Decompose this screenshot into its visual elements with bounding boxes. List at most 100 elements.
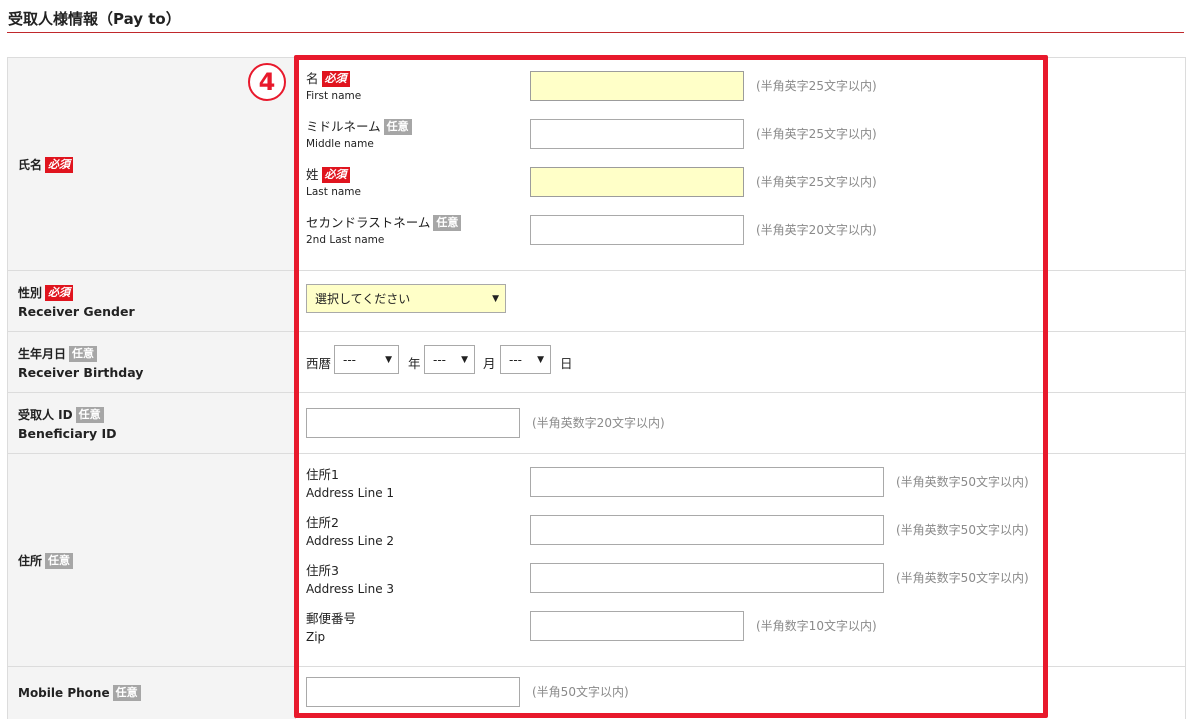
optional-badge: 任意 — [69, 345, 98, 362]
address-line2-label-jp: 住所2 — [306, 515, 339, 530]
optional-badge: 任意 — [112, 685, 141, 701]
beneficiary-label-jp: 受取人 ID — [18, 407, 73, 422]
mobile-row-label: Mobile Phone 任意 — [8, 667, 296, 719]
zip-hint: (半角数字10文字以内) — [756, 619, 877, 633]
second-last-name-input[interactable] — [530, 215, 744, 245]
last-name-hint: (半角英字25文字以内) — [756, 175, 877, 189]
mobile-phone-hint: (半角50文字以内) — [532, 685, 629, 699]
beneficiary-row-fields: (半角英数字20文字以内) — [296, 393, 1185, 453]
dropdown-arrow-icon: ▼ — [492, 293, 499, 304]
birth-day-select[interactable]: --- ▼ — [500, 345, 551, 374]
optional-badge: 任意 — [433, 215, 462, 231]
optional-badge: 任意 — [383, 119, 412, 135]
era-label: 西暦 — [306, 356, 332, 371]
last-name-label-en: Last name — [306, 186, 361, 198]
birth-month-value: --- — [433, 352, 446, 367]
birth-day-value: --- — [509, 352, 522, 367]
middle-name-input[interactable] — [530, 119, 744, 149]
year-label: 年 — [408, 356, 421, 371]
last-name-label-jp: 姓 — [306, 167, 319, 182]
address-line1-input[interactable] — [530, 467, 884, 497]
last-name-input[interactable] — [530, 167, 744, 197]
middle-name-label-en: Middle name — [306, 138, 374, 150]
required-badge: 必須 — [45, 284, 74, 301]
birth-year-value: --- — [343, 352, 356, 367]
address-line2-label-en: Address Line 2 — [306, 534, 395, 548]
step-number-badge: 4 — [248, 63, 286, 101]
address-line2-label: 住所2 Address Line 2 — [306, 512, 394, 548]
middle-name-label: ミドルネーム 任意 Middle name — [306, 116, 412, 150]
first-name-input[interactable] — [530, 71, 744, 101]
second-last-name-label-jp: セカンドラストネーム — [306, 215, 431, 230]
required-badge: 必須 — [321, 167, 350, 183]
address-line3-hint: (半角英数字50文字以内) — [896, 571, 1029, 585]
required-badge: 必須 — [321, 71, 350, 87]
beneficiary-row-label: 受取人 ID 任意 Beneficiary ID — [8, 393, 296, 453]
zip-label-en: Zip — [306, 630, 326, 644]
pay-to-form: 氏名 必須 名必須 First name (半角英字25文字以内) ミドルネーム任… — [7, 57, 1186, 719]
day-label: 日 — [560, 356, 573, 371]
birthday-row-label: 生年月日 任意 Receiver Birthday — [8, 332, 296, 392]
middle-name-hint: (半角英字25文字以内) — [756, 127, 877, 141]
gender-select[interactable]: 選択してください ▼ — [306, 284, 506, 313]
birth-month-select[interactable]: --- ▼ — [424, 345, 475, 374]
second-last-name-hint: (半角英字20文字以内) — [756, 223, 877, 237]
last-name-label: 姓必須 Last name — [306, 164, 361, 198]
beneficiary-id-input[interactable] — [306, 408, 520, 438]
name-row-fields: 名必須 First name (半角英字25文字以内) ミドルネーム 任意 Mid… — [296, 58, 1185, 270]
address-line1-label-jp: 住所1 — [306, 467, 339, 482]
gender-label-en: Receiver Gender — [18, 303, 135, 319]
gender-row: 性別 必須 Receiver Gender 選択してください ▼ — [7, 271, 1186, 332]
dropdown-arrow-icon: ▼ — [385, 354, 392, 365]
first-name-label-jp: 名 — [306, 71, 319, 86]
mobile-row: Mobile Phone 任意 (半角50文字以内) — [7, 667, 1186, 719]
section-title: 受取人様情報（Pay to） — [8, 10, 181, 28]
address-label: 住所 — [18, 553, 43, 568]
address-line1-hint: (半角英数字50文字以内) — [896, 475, 1029, 489]
birthday-label-jp: 生年月日 — [18, 346, 67, 361]
birth-year-select[interactable]: --- ▼ — [334, 345, 399, 374]
mobile-row-fields: (半角50文字以内) — [296, 667, 1185, 719]
gender-row-fields: 選択してください ▼ — [296, 271, 1185, 331]
section-divider — [7, 32, 1184, 33]
address-line1-label-en: Address Line 1 — [306, 486, 395, 500]
address-line3-input[interactable] — [530, 563, 884, 593]
beneficiary-id-hint: (半角英数字20文字以内) — [532, 416, 665, 430]
first-name-label: 名必須 First name — [306, 68, 361, 102]
name-row: 氏名 必須 名必須 First name (半角英字25文字以内) ミドルネーム任… — [7, 58, 1186, 271]
optional-badge: 任意 — [45, 552, 74, 569]
dropdown-arrow-icon: ▼ — [537, 354, 544, 365]
month-label: 月 — [483, 356, 496, 371]
name-label: 氏名 — [18, 157, 43, 172]
mobile-label: Mobile Phone — [18, 686, 110, 700]
address-row-label: 住所 任意 — [8, 454, 296, 666]
birthday-row: 生年月日 任意 Receiver Birthday 西暦 --- ▼ 年 --- … — [7, 332, 1186, 393]
required-badge: 必須 — [45, 156, 74, 173]
zip-input[interactable] — [530, 611, 744, 641]
gender-label-jp: 性別 — [18, 285, 43, 300]
second-last-name-label-en: 2nd Last name — [306, 234, 385, 246]
beneficiary-row: 受取人 ID 任意 Beneficiary ID (半角英数字20文字以内) — [7, 393, 1186, 454]
gender-row-label: 性別 必須 Receiver Gender — [8, 271, 296, 331]
second-last-name-label: セカンドラストネーム 任意 2nd Last name — [306, 212, 462, 246]
address-line3-label-jp: 住所3 — [306, 563, 339, 578]
zip-label: 郵便番号 Zip — [306, 608, 356, 644]
optional-badge: 任意 — [75, 406, 104, 423]
address-line2-input[interactable] — [530, 515, 884, 545]
address-line3-label: 住所3 Address Line 3 — [306, 560, 394, 596]
birthday-row-fields: 西暦 --- ▼ 年 --- ▼ 月 --- ▼ 日 — [296, 332, 1185, 392]
middle-name-label-jp: ミドルネーム — [306, 119, 381, 134]
dropdown-arrow-icon: ▼ — [461, 354, 468, 365]
address-line3-label-en: Address Line 3 — [306, 582, 395, 596]
first-name-hint: (半角英字25文字以内) — [756, 79, 877, 93]
address-row-fields: 住所1 Address Line 1 (半角英数字50文字以内) 住所2 Add… — [296, 454, 1185, 666]
gender-select-value: 選択してください — [315, 292, 411, 306]
first-name-label-en: First name — [306, 90, 362, 102]
address-line2-hint: (半角英数字50文字以内) — [896, 523, 1029, 537]
zip-label-jp: 郵便番号 — [306, 611, 357, 626]
address-row: 住所 任意 住所1 Address Line 1 (半角英数字50文字以内) 住所… — [7, 454, 1186, 667]
mobile-phone-input[interactable] — [306, 677, 520, 707]
beneficiary-label-en: Beneficiary ID — [18, 425, 117, 441]
address-line1-label: 住所1 Address Line 1 — [306, 464, 394, 500]
birthday-label-en: Receiver Birthday — [18, 364, 144, 380]
